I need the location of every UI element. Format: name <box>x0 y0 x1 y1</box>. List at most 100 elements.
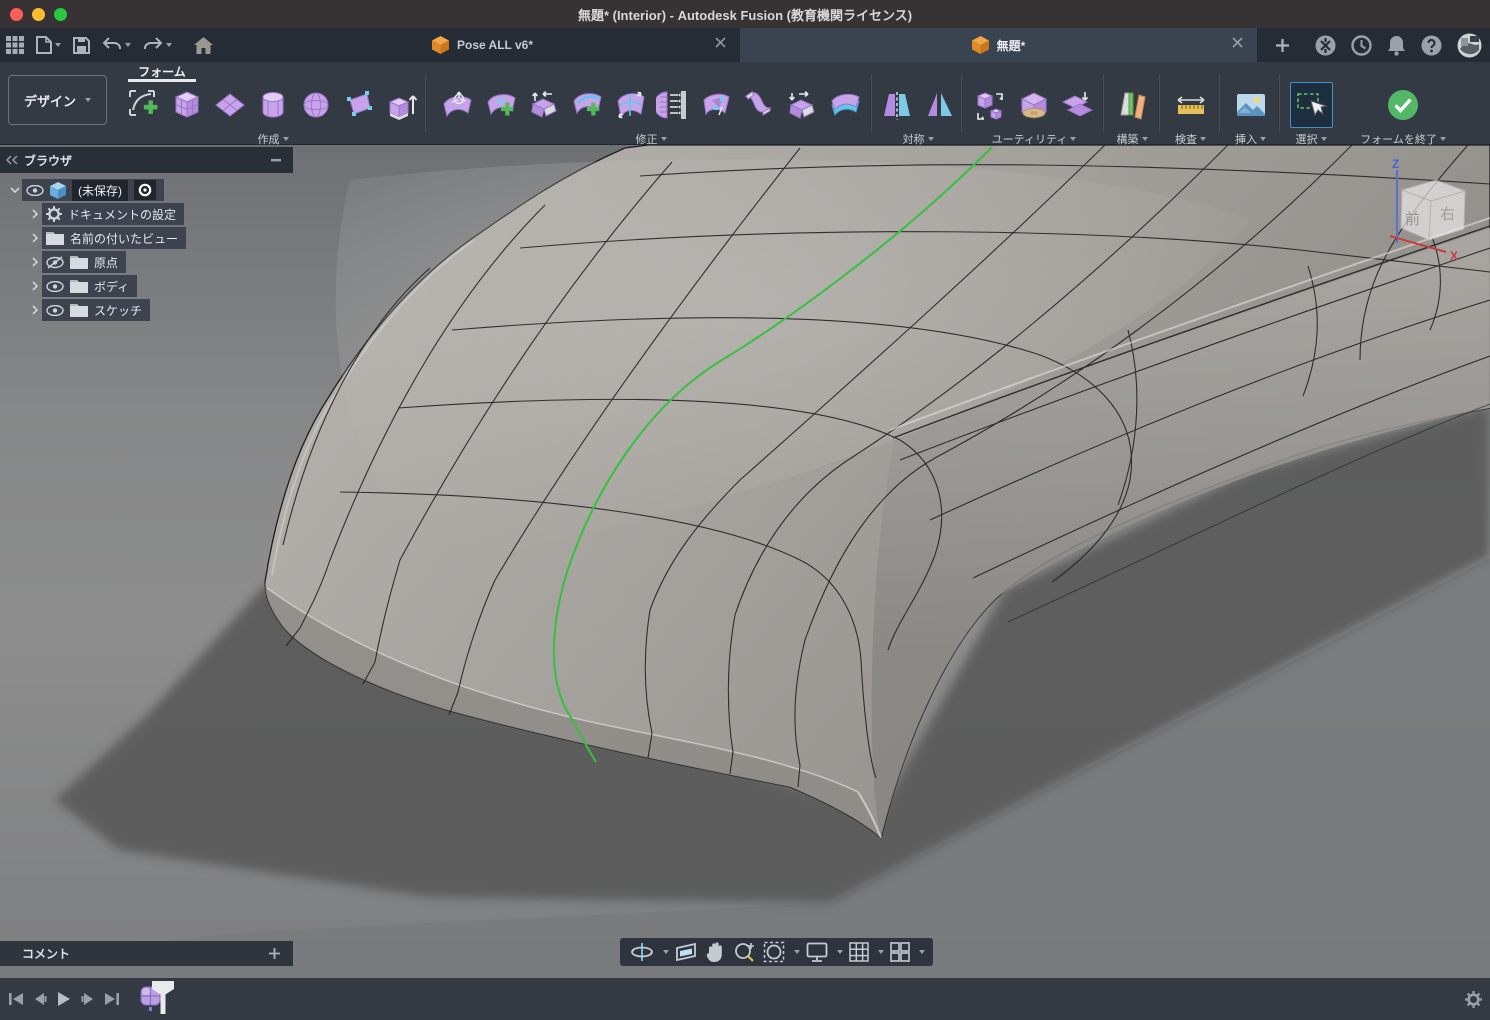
bridge-button[interactable] <box>737 82 780 128</box>
insert-canvas-button[interactable] <box>1229 82 1272 128</box>
visibility-eye-icon[interactable] <box>46 281 64 292</box>
chevron-right-icon[interactable] <box>28 305 42 315</box>
grid-icon[interactable] <box>847 938 871 966</box>
mirror-internal-button[interactable] <box>875 82 918 128</box>
insert-edge-button[interactable] <box>565 82 608 128</box>
chevron-right-icon[interactable] <box>28 233 42 243</box>
redo-icon[interactable] <box>137 28 178 62</box>
browser-row-bodies[interactable]: ボディ <box>0 274 293 298</box>
document-tab-untitled[interactable]: 無題* <box>740 28 1257 62</box>
extensions-icon[interactable] <box>1315 35 1336 56</box>
panel-construct-label[interactable]: 構築 <box>1117 131 1148 147</box>
help-icon[interactable] <box>1421 35 1442 56</box>
timeline-playhead[interactable] <box>151 980 175 1014</box>
panel-create-label[interactable]: 作成 <box>258 131 289 147</box>
viewcube-front-label[interactable]: 前 <box>1405 211 1420 228</box>
active-document-radio[interactable] <box>134 180 156 200</box>
unweld-button[interactable] <box>780 82 823 128</box>
pan-icon[interactable] <box>703 938 727 966</box>
create-sketch-button[interactable] <box>123 82 166 128</box>
play-icon[interactable] <box>52 987 76 1011</box>
panel-insert-label[interactable]: 挿入 <box>1235 131 1266 147</box>
chevron-right-icon[interactable] <box>28 209 42 219</box>
job-status-icon[interactable] <box>1351 35 1372 56</box>
undo-dropdown[interactable] <box>125 43 131 47</box>
browser-row-named-views[interactable]: 名前の付いたビュー <box>0 226 293 250</box>
thicken-button[interactable] <box>823 82 866 128</box>
go-to-start-icon[interactable] <box>4 987 28 1011</box>
go-to-end-icon[interactable] <box>100 987 124 1011</box>
display-settings-dropdown[interactable] <box>837 950 843 954</box>
cylinder-button[interactable] <box>252 82 295 128</box>
minimize-panel-icon[interactable] <box>271 159 281 162</box>
face-button[interactable] <box>338 82 381 128</box>
new-design-icon[interactable] <box>30 28 67 62</box>
viewcube-right-label[interactable]: 右 <box>1440 206 1455 223</box>
panel-select-label[interactable]: 選択 <box>1296 131 1327 147</box>
notifications-icon[interactable] <box>1387 35 1406 56</box>
home-icon[interactable] <box>188 28 219 62</box>
document-tab-pose-all[interactable]: Pose ALL v6* <box>225 28 740 62</box>
chevron-right-icon[interactable] <box>28 281 42 291</box>
user-avatar[interactable] <box>1457 33 1482 58</box>
close-tab-icon[interactable] <box>1232 37 1243 48</box>
viewports-dropdown[interactable] <box>919 950 925 954</box>
browser-row-sketches[interactable]: スケッチ <box>0 298 293 322</box>
chevron-right-icon[interactable] <box>28 257 42 267</box>
panel-symmetry-label[interactable]: 対称 <box>903 131 934 147</box>
fit-icon[interactable] <box>761 938 787 966</box>
close-tab-icon[interactable] <box>715 37 726 48</box>
visibility-eye-icon[interactable] <box>26 185 44 196</box>
orbit-dropdown[interactable] <box>663 950 669 954</box>
select-button[interactable] <box>1290 82 1333 128</box>
new-tab-plus-icon[interactable] <box>1270 34 1294 56</box>
display-mode-button[interactable] <box>1056 82 1099 128</box>
panel-finish-form-label[interactable]: フォームを終了 <box>1360 131 1446 147</box>
crease-button[interactable] <box>522 82 565 128</box>
workspace-selector[interactable]: デザイン <box>8 75 107 125</box>
look-at-icon[interactable] <box>673 938 699 966</box>
extrude-button[interactable] <box>381 82 424 128</box>
step-back-icon[interactable] <box>28 987 52 1011</box>
grid-dropdown[interactable] <box>878 950 884 954</box>
timeline-settings-gear-icon[interactable] <box>1465 991 1482 1008</box>
add-comment-icon[interactable] <box>268 947 281 960</box>
edit-form-button[interactable] <box>436 82 479 128</box>
orbit-icon[interactable] <box>628 938 656 966</box>
measure-button[interactable] <box>1169 82 1212 128</box>
undo-icon[interactable] <box>96 28 137 62</box>
comments-bar[interactable]: コメント <box>0 941 293 966</box>
new-design-dropdown[interactable] <box>55 43 61 47</box>
sphere-button[interactable] <box>295 82 338 128</box>
browser-row-document[interactable]: (未保存) <box>0 178 293 202</box>
box-button[interactable] <box>166 82 209 128</box>
zoom-icon[interactable] <box>731 938 757 966</box>
finish-form-button[interactable] <box>1382 82 1425 128</box>
display-settings-icon[interactable] <box>804 938 830 966</box>
document-name[interactable]: (未保存) <box>72 180 128 201</box>
panel-inspect-label[interactable]: 検査 <box>1175 131 1206 147</box>
save-icon[interactable] <box>67 28 96 62</box>
visibility-off-eye-icon[interactable] <box>46 256 64 269</box>
context-tab-form[interactable]: フォーム <box>128 63 196 80</box>
insert-point-button[interactable] <box>479 82 522 128</box>
panel-modify-label[interactable]: 修正 <box>636 131 667 147</box>
merge-edge-button[interactable] <box>694 82 737 128</box>
step-forward-icon[interactable] <box>76 987 100 1011</box>
construct-plane-button[interactable] <box>1111 82 1154 128</box>
repair-body-button[interactable] <box>1013 82 1056 128</box>
collapse-panel-icon[interactable] <box>6 155 18 165</box>
flatten-button[interactable] <box>651 82 694 128</box>
circular-internal-button[interactable] <box>918 82 961 128</box>
visibility-eye-icon[interactable] <box>46 305 64 316</box>
subdivide-button[interactable] <box>608 82 651 128</box>
plane-button[interactable] <box>209 82 252 128</box>
convert-button[interactable] <box>970 82 1013 128</box>
viewports-icon[interactable] <box>888 938 912 966</box>
panel-utilities-label[interactable]: ユーティリティ <box>992 131 1077 147</box>
chevron-down-icon[interactable] <box>8 187 22 194</box>
browser-row-origin[interactable]: 原点 <box>0 250 293 274</box>
fit-dropdown[interactable] <box>794 950 800 954</box>
redo-dropdown[interactable] <box>166 43 172 47</box>
apps-grid-icon[interactable] <box>0 28 30 62</box>
